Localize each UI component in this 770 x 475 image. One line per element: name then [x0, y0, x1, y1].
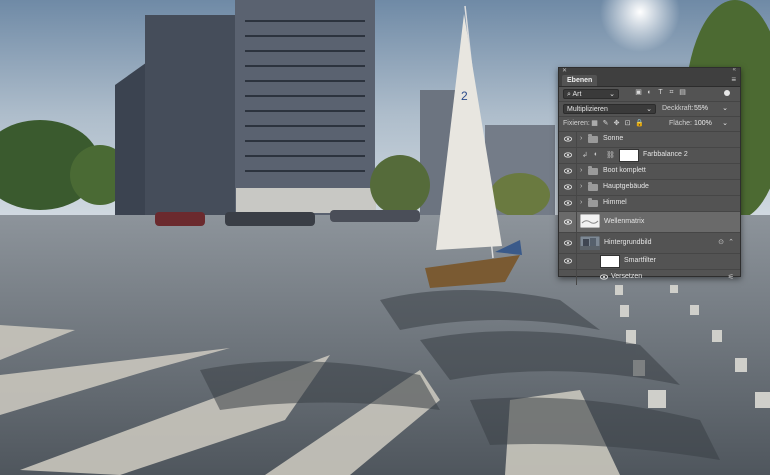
filter-mask-thumbnail[interactable] — [600, 255, 620, 268]
lock-all-icon[interactable]: 🔒 — [635, 119, 644, 128]
chevron-down-icon: ⌄ — [722, 120, 728, 127]
layers-panel: ✕ « Ebenen ≡ ⌕ Art ⌄ ▣ ◐ T ⌗ ▤ Multipliz… — [558, 67, 741, 285]
search-icon: ⌕ — [567, 91, 571, 98]
filter-type-value: Art — [572, 91, 582, 98]
layer-row[interactable]: › Himmel — [559, 196, 740, 212]
eye-icon[interactable] — [564, 183, 572, 191]
chevron-down-icon: ⌄ — [609, 91, 615, 98]
expand-arrow-icon[interactable]: › — [580, 167, 582, 174]
layer-row[interactable]: Hintergrundbild ⊙ ⌃ — [559, 233, 740, 254]
expand-arrow-icon[interactable]: › — [580, 199, 582, 206]
clip-arrow-icon: ↲ — [582, 152, 588, 159]
divider — [576, 180, 577, 195]
divider — [576, 132, 577, 147]
chevron-down-icon: ⌄ — [722, 105, 728, 112]
eye-icon[interactable] — [564, 257, 572, 265]
layer-row[interactable]: ↲ ◐ ⛓ Farbbalance 2 — [559, 148, 740, 164]
folder-icon — [588, 166, 598, 175]
lock-row: Fixieren: ▦ ✎ ✥ ⊡ 🔒 Fläche: 100% ⌄ — [559, 117, 740, 132]
layer-mask-thumbnail[interactable] — [619, 149, 639, 162]
filter-toggle[interactable] — [724, 90, 730, 96]
svg-text:2: 2 — [461, 89, 468, 103]
eye-icon[interactable] — [564, 218, 572, 226]
filter-row: ⌕ Art ⌄ ▣ ◐ T ⌗ ▤ — [559, 87, 740, 102]
link-icon: ⛓ — [606, 152, 615, 159]
layer-row[interactable]: Versetzen ⚟ — [559, 270, 740, 285]
layer-row[interactable]: › Sonne — [559, 132, 740, 148]
filter-type-select[interactable]: ⌕ Art ⌄ — [563, 89, 619, 99]
smartobject-filter-icon[interactable]: ▤ — [679, 89, 686, 97]
lock-artboard-icon[interactable]: ⊡ — [624, 119, 631, 128]
filter-icons: ▣ ◐ T ⌗ ▤ — [635, 89, 686, 97]
layer-row-selected[interactable]: Wellenmatrix — [559, 212, 740, 233]
type-filter-icon[interactable]: T — [657, 89, 664, 97]
folder-icon — [588, 198, 598, 207]
divider — [576, 233, 577, 253]
layer-name: Himmel — [603, 199, 627, 206]
lock-pixels-icon[interactable]: ✎ — [602, 119, 609, 128]
blend-mode-value: Multiplizieren — [567, 106, 608, 113]
close-panel-icon[interactable]: ✕ — [562, 67, 567, 74]
folder-icon — [588, 182, 598, 191]
blend-row: Multiplizieren ⌄ Deckkraft: 55% ⌄ — [559, 102, 740, 117]
panel-menu-icon[interactable]: ≡ — [731, 75, 736, 85]
fill-label: Fläche: — [669, 120, 692, 127]
blend-mode-select[interactable]: Multiplizieren ⌄ — [563, 104, 656, 114]
divider — [576, 164, 577, 179]
eye-icon[interactable] — [564, 239, 572, 247]
adjustment-filter-icon[interactable]: ◐ — [646, 89, 653, 97]
fill-value: 100% — [694, 120, 712, 127]
layer-thumbnail[interactable] — [580, 236, 600, 250]
layer-name: Farbbalance 2 — [643, 151, 688, 158]
panel-tabbar: Ebenen ≡ — [559, 74, 740, 87]
chevron-down-icon: ⌄ — [646, 106, 652, 113]
smart-object-icon: ⊙ — [718, 239, 724, 246]
layer-row[interactable]: Smartfilter — [559, 254, 740, 270]
layer-row[interactable]: › Boot komplett — [559, 164, 740, 180]
divider — [576, 270, 577, 285]
layer-thumbnail[interactable] — [580, 214, 600, 228]
layer-row[interactable]: › Hauptgebäude — [559, 180, 740, 196]
expand-arrow-icon[interactable]: › — [580, 183, 582, 190]
layer-name: Smartfilter — [624, 257, 656, 264]
eye-icon[interactable] — [564, 199, 572, 207]
layer-name: Versetzen — [611, 273, 643, 280]
layer-name: Hauptgebäude — [603, 183, 649, 190]
pixel-filter-icon[interactable]: ▣ — [635, 89, 642, 97]
layer-name: Boot komplett — [603, 167, 646, 174]
shape-filter-icon[interactable]: ⌗ — [668, 89, 675, 97]
divider — [576, 212, 577, 232]
opacity-label: Deckkraft: — [662, 105, 694, 112]
tab-ebenen[interactable]: Ebenen — [562, 75, 598, 86]
collapse-icon[interactable]: « — [733, 67, 736, 73]
collapse-arrow-icon[interactable]: ⌃ — [728, 238, 734, 246]
layer-name: Wellenmatrix — [604, 218, 645, 225]
eye-icon[interactable] — [564, 135, 572, 143]
layer-name: Sonne — [603, 135, 624, 142]
fill-field[interactable]: 100% ⌄ — [694, 119, 728, 129]
lock-icons: ▦ ✎ ✥ ⊡ 🔒 — [591, 119, 644, 128]
folder-icon — [588, 134, 598, 143]
opacity-field[interactable]: 55% ⌄ — [694, 104, 728, 114]
eye-icon[interactable] — [564, 167, 572, 175]
expand-arrow-icon[interactable]: › — [580, 135, 582, 142]
layer-name: Hintergrundbild — [604, 239, 652, 246]
lock-position-icon[interactable]: ✥ — [613, 119, 620, 128]
eye-icon[interactable] — [564, 151, 572, 159]
opacity-value: 55% — [694, 105, 709, 112]
eye-icon[interactable] — [600, 273, 608, 281]
divider — [576, 148, 577, 163]
divider — [576, 254, 577, 269]
divider — [576, 196, 577, 211]
lock-label: Fixieren: — [563, 120, 590, 127]
adjustment-icon: ◐ — [594, 151, 599, 158]
filter-options-icon[interactable]: ⚟ — [728, 273, 734, 281]
lock-transparent-icon[interactable]: ▦ — [591, 119, 598, 128]
